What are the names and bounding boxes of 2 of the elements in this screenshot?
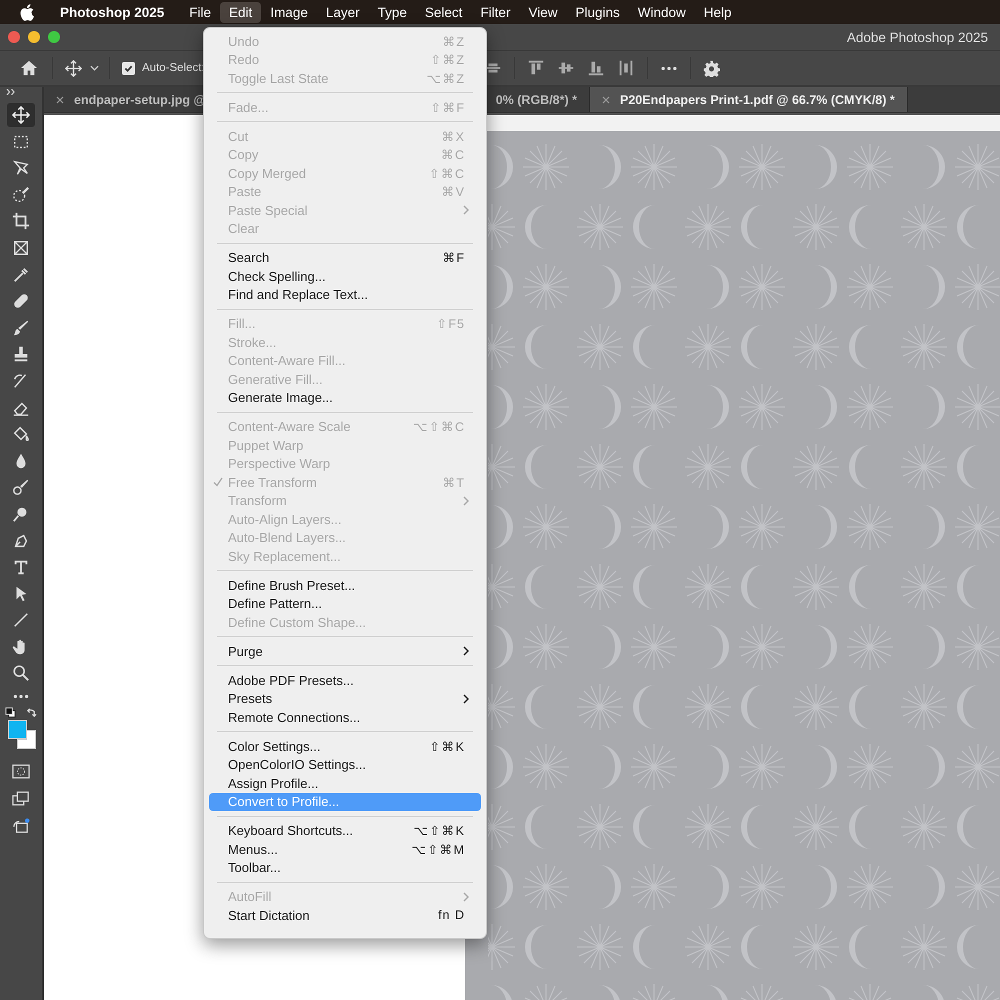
auto-select-label: Auto-Select: — [142, 62, 205, 74]
window-title: Adobe Photoshop 2025 — [846, 30, 988, 44]
